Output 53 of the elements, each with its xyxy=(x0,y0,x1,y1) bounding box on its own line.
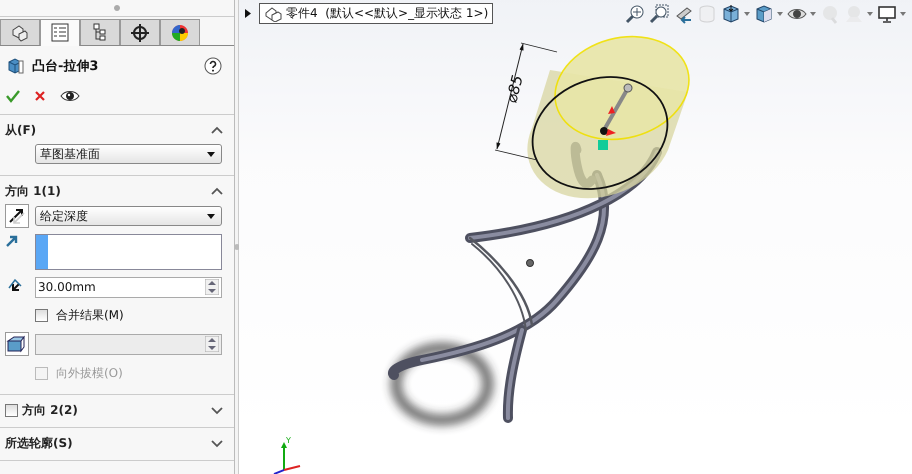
checkmark-icon[interactable] xyxy=(6,89,20,103)
selection-list[interactable] xyxy=(35,234,222,270)
arrow-icon xyxy=(5,234,19,248)
origin-point xyxy=(526,259,534,267)
dropdown[interactable]: 草图基准面 xyxy=(35,144,222,164)
part-icon xyxy=(264,6,282,22)
section-title[interactable]: 从(F) xyxy=(5,122,210,138)
dimension-label[interactable]: ⌀85 xyxy=(502,73,527,105)
spin-arrows-icon xyxy=(205,279,219,295)
magnifier-icon[interactable] xyxy=(625,4,645,24)
axis-triad: Y xyxy=(274,436,300,474)
expand-arrow-icon[interactable] xyxy=(245,9,251,18)
crosshair-icon xyxy=(129,22,151,44)
section-title[interactable]: 方向 2(2) xyxy=(22,402,210,418)
chevron-up-icon[interactable] xyxy=(210,124,224,136)
checkbox-label[interactable]: 合并结果(M) xyxy=(56,306,124,324)
feature-title: 凸台-拉伸3 xyxy=(32,58,100,75)
draft-block-icon[interactable] xyxy=(5,332,29,356)
highlight-bar xyxy=(36,235,48,269)
list-icon xyxy=(49,22,71,44)
caret-icon xyxy=(207,214,215,218)
section-title[interactable]: 方向 1(1) xyxy=(5,182,210,200)
caret-icon[interactable] xyxy=(900,12,906,16)
eye-icon[interactable] xyxy=(60,89,80,103)
cube-icon[interactable] xyxy=(721,4,741,24)
number-field[interactable]: 30.00mm xyxy=(35,276,222,298)
dropdown[interactable]: 给定深度 xyxy=(35,206,222,226)
chevron-up-icon[interactable] xyxy=(210,186,224,196)
cube-icon[interactable] xyxy=(754,4,774,24)
close-icon[interactable] xyxy=(34,90,46,102)
panel-tab[interactable] xyxy=(40,19,80,46)
spin-arrows-icon xyxy=(205,336,219,352)
grip-handle[interactable] xyxy=(114,5,120,11)
section-title[interactable]: 所选轮廓(S) xyxy=(5,434,210,452)
caret-icon[interactable] xyxy=(777,12,783,16)
checkbox[interactable] xyxy=(5,404,18,416)
caret-icon xyxy=(207,152,215,156)
checkbox[interactable] xyxy=(35,308,48,322)
panel-tab[interactable] xyxy=(120,19,160,45)
panel-tab[interactable] xyxy=(0,19,40,45)
cube-icon xyxy=(6,57,24,75)
panel-tab[interactable] xyxy=(80,19,120,45)
magnifier-icon[interactable] xyxy=(649,4,669,24)
breadcrumb[interactable]: 零件4 (默认<<默认>_显示状态 1>) xyxy=(259,3,494,24)
handle-drawing[interactable] xyxy=(598,84,632,150)
caret-icon[interactable] xyxy=(810,12,816,16)
reverse-direction-icon[interactable] xyxy=(5,204,29,228)
chevron-down-icon[interactable] xyxy=(210,404,224,416)
monitor-icon[interactable] xyxy=(877,4,897,24)
caret-icon[interactable] xyxy=(744,12,750,16)
help-icon[interactable] xyxy=(204,57,222,75)
chevron-down-icon[interactable] xyxy=(210,438,224,448)
panel-tab[interactable] xyxy=(160,19,200,45)
